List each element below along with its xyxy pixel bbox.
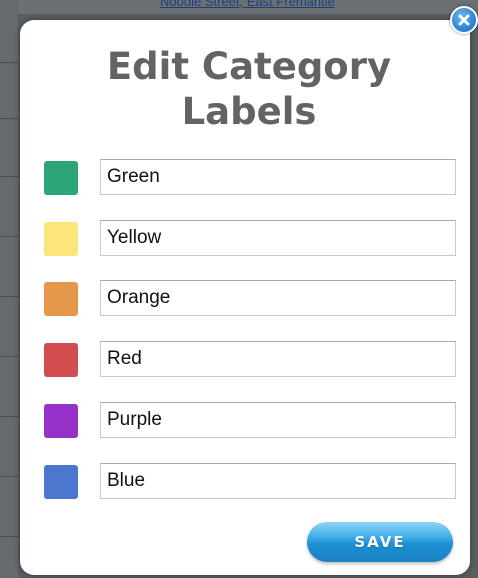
category-label-input-green[interactable] — [100, 159, 456, 195]
category-label-input-yellow[interactable] — [100, 220, 456, 256]
dialog-title-line2: Labels — [181, 90, 317, 133]
color-swatch-orange — [44, 282, 78, 316]
background-row-divider — [0, 176, 18, 177]
category-row-purple — [42, 401, 458, 438]
category-label-input-orange[interactable] — [100, 280, 456, 316]
save-button[interactable]: SAVE — [307, 522, 453, 562]
color-swatch-purple — [44, 404, 78, 438]
color-swatch-green — [44, 161, 78, 195]
background-row-divider — [0, 356, 18, 357]
background-row-divider — [0, 118, 18, 119]
category-label-input-purple[interactable] — [100, 402, 456, 438]
background-left-column — [0, 0, 18, 578]
dialog-title: Edit Category Labels — [20, 44, 478, 134]
category-label-input-blue[interactable] — [100, 463, 456, 499]
background-row-divider — [0, 236, 18, 237]
color-swatch-yellow — [44, 222, 78, 256]
color-swatch-blue — [44, 465, 78, 499]
color-swatch-red — [44, 343, 78, 377]
dialog-title-line1: Edit Category — [106, 45, 392, 88]
edit-category-labels-dialog: Edit Category Labels SAVE — [20, 20, 470, 575]
background-row-divider — [0, 416, 18, 417]
close-icon — [458, 14, 470, 26]
category-row-orange — [42, 279, 458, 316]
background-header-strip: Noodle Street, East Fremantle — [0, 0, 478, 14]
background-row-divider — [0, 296, 18, 297]
category-row-green — [42, 158, 458, 195]
category-row-yellow — [42, 219, 458, 256]
background-address-link: Noodle Street, East Fremantle — [160, 0, 335, 9]
background-row-divider — [0, 62, 18, 63]
category-row-red — [42, 340, 458, 377]
background-row-divider — [0, 476, 18, 477]
category-row-blue — [42, 462, 458, 499]
category-label-input-red[interactable] — [100, 341, 456, 377]
background-row-divider — [0, 536, 18, 537]
close-dialog-button[interactable] — [450, 6, 478, 34]
